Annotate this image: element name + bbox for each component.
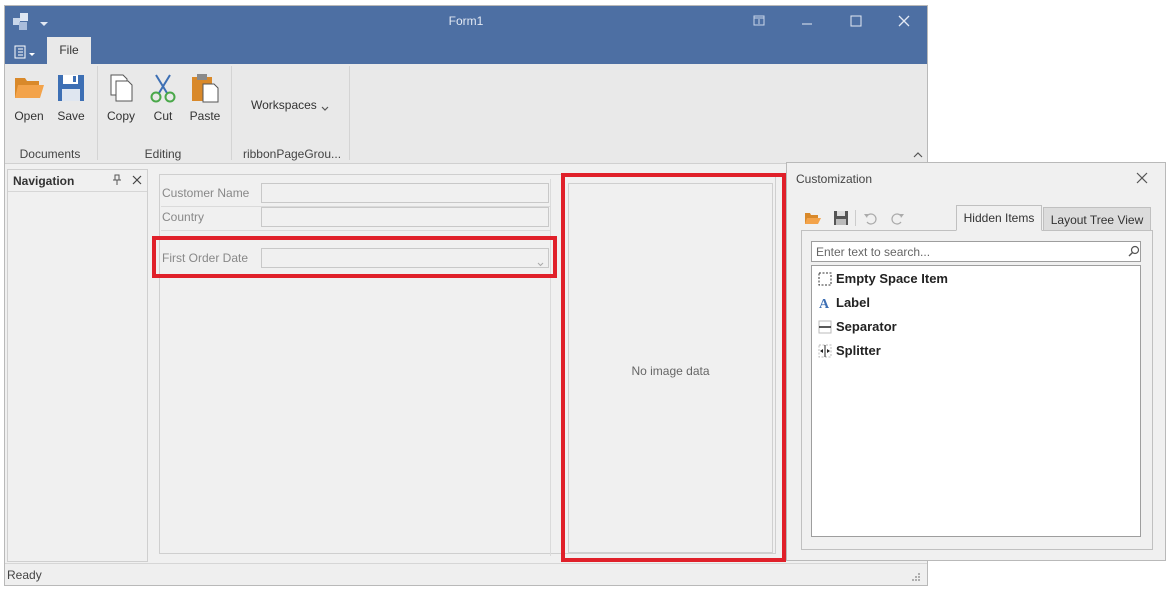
search-input[interactable]: Enter text to search... [811, 241, 1141, 262]
maximize-button[interactable] [835, 10, 875, 34]
save-button[interactable]: Save [53, 72, 89, 123]
title-bar: Form1 [5, 6, 927, 38]
list-item-splitter[interactable]: Splitter [818, 341, 1118, 361]
navigation-panel: Navigation [7, 169, 148, 562]
navigation-header: Navigation [8, 170, 147, 192]
collapse-ribbon-icon[interactable] [913, 148, 923, 158]
group-label-documents: Documents [19, 147, 81, 161]
open-folder-icon [15, 78, 44, 98]
tab-layout-tree-view[interactable]: Layout Tree View [1043, 207, 1151, 231]
toolbar-separator [855, 210, 856, 226]
ribbon-tab-row [5, 38, 927, 64]
open-button[interactable]: Open [11, 72, 47, 123]
copy-label: Copy [106, 109, 135, 123]
customer-name-input[interactable] [261, 183, 549, 203]
group-label-ribbonpagegroup: ribbonPageGrou... [242, 147, 342, 161]
open-layout-icon[interactable] [804, 210, 822, 226]
highlight-image-item [561, 173, 786, 562]
save-layout-icon[interactable] [833, 210, 849, 226]
copy-icon [110, 74, 133, 102]
country-input[interactable] [261, 207, 549, 227]
paste-clipboard-icon [192, 74, 219, 103]
field-label-country: Country [162, 210, 205, 224]
hidden-items-list: Empty Space Item A Label Separator Split… [811, 265, 1141, 537]
field-label-customer-name: Customer Name [162, 186, 250, 200]
customization-window: Customization Hidden Items Layout Tree V… [786, 162, 1166, 561]
close-icon[interactable] [131, 174, 143, 186]
list-item-label-item[interactable]: A Label [818, 293, 1118, 313]
separator-icon [818, 320, 832, 334]
search-icon[interactable] [1128, 245, 1140, 257]
empty-space-icon [818, 272, 832, 286]
field-divider [161, 230, 551, 231]
tab-hidden-items[interactable]: Hidden Items [956, 205, 1042, 231]
save-disk-icon [58, 75, 84, 101]
label-icon: A [818, 296, 832, 312]
pin-icon[interactable] [111, 174, 123, 186]
app-menu-button[interactable] [13, 44, 39, 60]
layout-control: Customer Name Country First Order Date N… [152, 173, 786, 562]
highlight-first-order-date [152, 236, 557, 278]
group-separator [231, 66, 232, 160]
chevron-down-icon [321, 101, 329, 115]
paste-button[interactable]: Paste [187, 72, 223, 123]
close-button[interactable] [883, 10, 923, 34]
list-item-label: Empty Space Item [836, 271, 948, 286]
workspaces-dropdown[interactable]: Workspaces [249, 97, 335, 115]
undo-icon[interactable] [863, 211, 877, 225]
svg-text:A: A [819, 297, 830, 310]
list-item-separator[interactable]: Separator [818, 317, 1118, 337]
list-item-empty-space-item[interactable]: Empty Space Item [818, 269, 1118, 289]
status-bar: Ready [5, 563, 927, 585]
list-item-label: Label [836, 295, 870, 310]
scissors-icon [150, 74, 176, 103]
group-separator [97, 66, 98, 160]
status-text: Ready [7, 568, 42, 582]
save-label: Save [57, 109, 85, 123]
cut-button[interactable]: Cut [145, 72, 181, 123]
list-item-label: Splitter [836, 343, 881, 358]
list-item-label: Separator [836, 319, 897, 334]
cut-label: Cut [153, 109, 173, 123]
redo-icon[interactable] [891, 211, 905, 225]
ribbon: Open Save Documents Copy Cut Paste Editi… [5, 64, 927, 164]
navigation-title: Navigation [13, 174, 75, 188]
customization-title: Customization [796, 172, 873, 186]
group-label-editing: Editing [144, 147, 182, 161]
resize-grip-icon[interactable] [911, 571, 921, 581]
copy-button[interactable]: Copy [103, 72, 139, 123]
group-separator [349, 66, 350, 160]
open-label: Open [14, 109, 44, 123]
workspaces-label: Workspaces [251, 98, 317, 112]
ribbon-display-options-button[interactable] [739, 10, 779, 34]
search-placeholder: Enter text to search... [816, 245, 931, 259]
tab-file[interactable]: File [47, 37, 91, 64]
paste-label: Paste [189, 109, 221, 123]
minimize-button[interactable] [787, 10, 827, 34]
splitter-icon [818, 344, 832, 358]
close-icon[interactable] [1136, 172, 1148, 184]
